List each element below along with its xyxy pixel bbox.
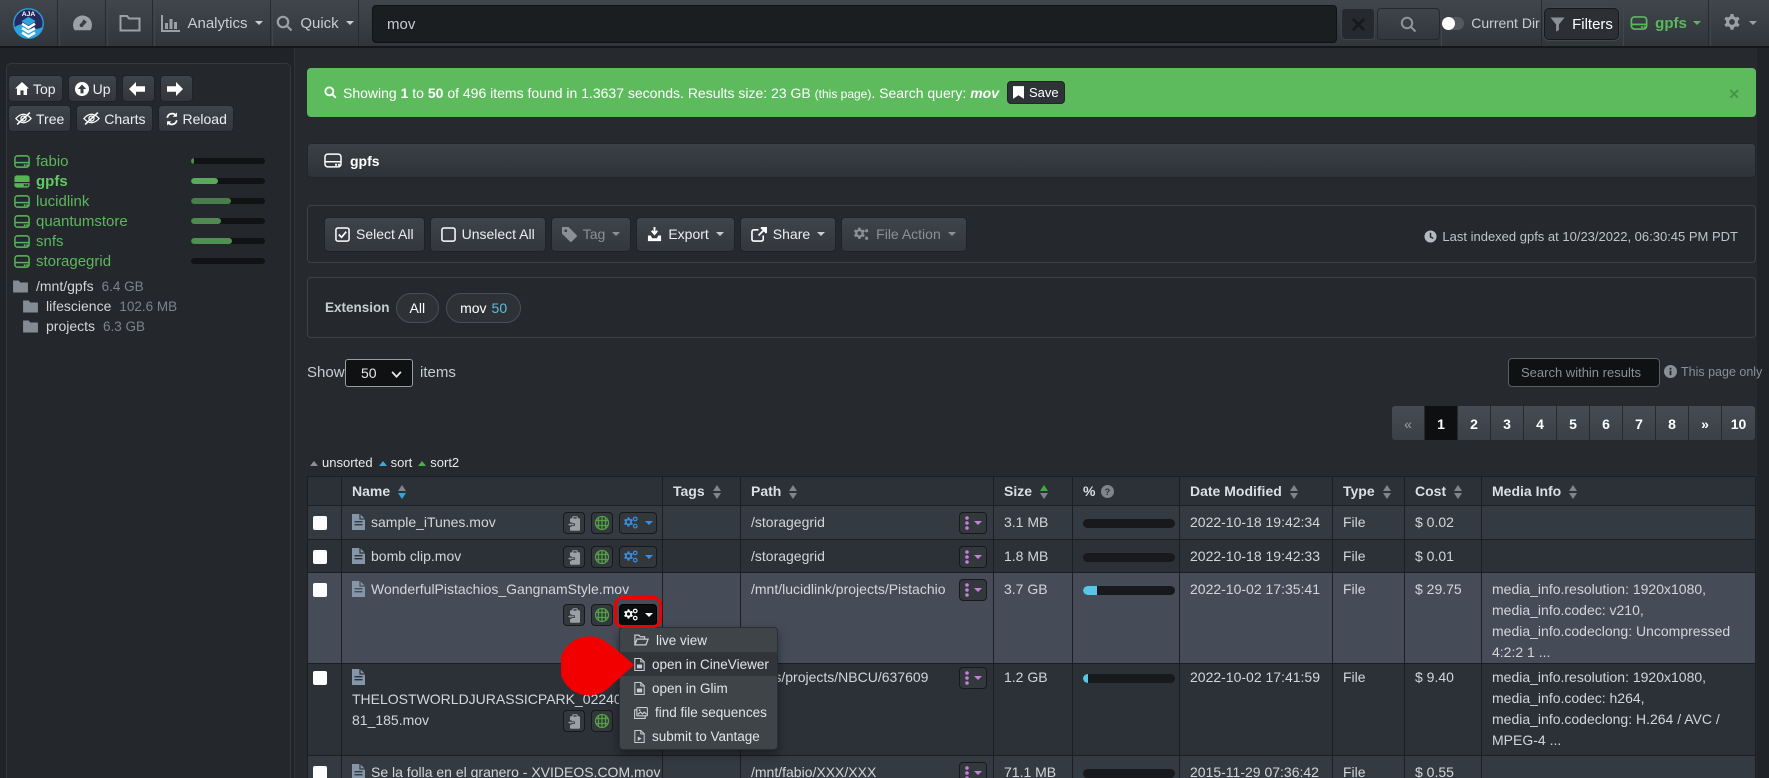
svg-text:AJA: AJA	[22, 11, 36, 18]
svg-text:?: ?	[1105, 487, 1111, 497]
